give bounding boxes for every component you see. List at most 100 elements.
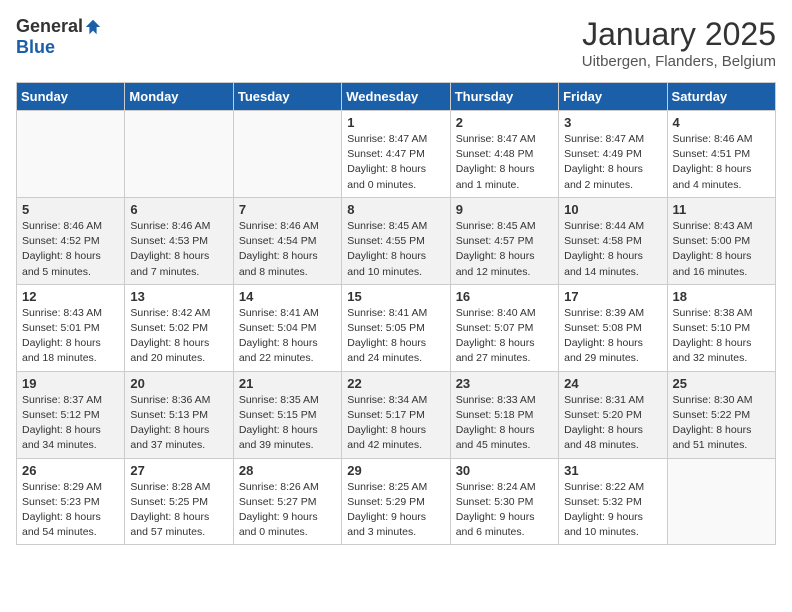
day-number: 24 bbox=[564, 376, 661, 391]
day-number: 31 bbox=[564, 463, 661, 478]
table-row bbox=[667, 458, 775, 545]
table-row bbox=[233, 111, 341, 198]
day-info: Sunrise: 8:22 AMSunset: 5:32 PMDaylight:… bbox=[564, 480, 661, 541]
day-info: Sunrise: 8:30 AMSunset: 5:22 PMDaylight:… bbox=[673, 393, 770, 454]
day-number: 26 bbox=[22, 463, 119, 478]
table-row: 1Sunrise: 8:47 AMSunset: 4:47 PMDaylight… bbox=[342, 111, 450, 198]
day-number: 20 bbox=[130, 376, 227, 391]
calendar-week-row: 5Sunrise: 8:46 AMSunset: 4:52 PMDaylight… bbox=[17, 197, 776, 284]
table-row: 7Sunrise: 8:46 AMSunset: 4:54 PMDaylight… bbox=[233, 197, 341, 284]
day-number: 23 bbox=[456, 376, 553, 391]
table-row bbox=[125, 111, 233, 198]
day-number: 28 bbox=[239, 463, 336, 478]
table-row: 26 Sunrise: 8:29 AMSunset: 5:23 PMDayligh… bbox=[17, 458, 125, 545]
calendar-table: Sunday Monday Tuesday Wednesday Thursday… bbox=[16, 82, 776, 545]
day-number: 6 bbox=[130, 202, 227, 217]
day-info: Sunrise: 8:28 AMSunset: 5:25 PMDaylight:… bbox=[130, 480, 227, 541]
day-info: Sunrise: 8:46 AMSunset: 4:53 PMDaylight:… bbox=[130, 219, 227, 280]
day-info: Sunrise: 8:35 AMSunset: 5:15 PMDaylight:… bbox=[239, 393, 336, 454]
calendar-week-row: 26 Sunrise: 8:29 AMSunset: 5:23 PMDayligh… bbox=[17, 458, 776, 545]
day-number: 3 bbox=[564, 115, 661, 130]
day-number: 21 bbox=[239, 376, 336, 391]
day-number: 25 bbox=[673, 376, 770, 391]
table-row: 5Sunrise: 8:46 AMSunset: 4:52 PMDaylight… bbox=[17, 197, 125, 284]
day-number: 8 bbox=[347, 202, 444, 217]
day-info: Sunrise: 8:45 AMSunset: 4:57 PMDaylight:… bbox=[456, 219, 553, 280]
page-header: General Blue January 2025 Uitbergen, Fla… bbox=[16, 16, 776, 70]
day-number: 19 bbox=[22, 376, 119, 391]
day-info: Sunrise: 8:44 AMSunset: 4:58 PMDaylight:… bbox=[564, 219, 661, 280]
logo-general-text: General bbox=[16, 16, 83, 37]
table-row: 29 Sunrise: 8:25 AMSunset: 5:29 PMDayligh… bbox=[342, 458, 450, 545]
table-row: 31 Sunrise: 8:22 AMSunset: 5:32 PMDayligh… bbox=[559, 458, 667, 545]
day-info: Sunrise: 8:43 AMSunset: 5:00 PMDaylight:… bbox=[673, 219, 770, 280]
day-number: 15 bbox=[347, 289, 444, 304]
day-info: Sunrise: 8:33 AMSunset: 5:18 PMDaylight:… bbox=[456, 393, 553, 454]
calendar-week-row: 19 Sunrise: 8:37 AMSunset: 5:12 PMDayligh… bbox=[17, 371, 776, 458]
logo-icon bbox=[84, 18, 102, 36]
day-number: 29 bbox=[347, 463, 444, 478]
table-row: 20 Sunrise: 8:36 AMSunset: 5:13 PMDayligh… bbox=[125, 371, 233, 458]
table-row: 8 Sunrise: 8:45 AMSunset: 4:55 PMDaylight… bbox=[342, 197, 450, 284]
day-info: Sunrise: 8:45 AMSunset: 4:55 PMDaylight:… bbox=[347, 219, 444, 280]
table-row: 23 Sunrise: 8:33 AMSunset: 5:18 PMDayligh… bbox=[450, 371, 558, 458]
table-row: 21 Sunrise: 8:35 AMSunset: 5:15 PMDayligh… bbox=[233, 371, 341, 458]
day-number: 9 bbox=[456, 202, 553, 217]
table-row: 18 Sunrise: 8:38 AMSunset: 5:10 PMDayligh… bbox=[667, 284, 775, 371]
table-row: 11 Sunrise: 8:43 AMSunset: 5:00 PMDayligh… bbox=[667, 197, 775, 284]
table-row: 2 Sunrise: 8:47 AMSunset: 4:48 PMDaylight… bbox=[450, 111, 558, 198]
day-number: 2 bbox=[456, 115, 553, 130]
table-row: 15 Sunrise: 8:41 AMSunset: 5:05 PMDayligh… bbox=[342, 284, 450, 371]
day-number: 30 bbox=[456, 463, 553, 478]
day-info: Sunrise: 8:31 AMSunset: 5:20 PMDaylight:… bbox=[564, 393, 661, 454]
day-info: Sunrise: 8:37 AMSunset: 5:12 PMDaylight:… bbox=[22, 393, 119, 454]
day-info: Sunrise: 8:24 AMSunset: 5:30 PMDaylight:… bbox=[456, 480, 553, 541]
table-row: 19 Sunrise: 8:37 AMSunset: 5:12 PMDayligh… bbox=[17, 371, 125, 458]
day-info: Sunrise: 8:47 AMSunset: 4:49 PMDaylight:… bbox=[564, 132, 661, 193]
day-number: 11 bbox=[673, 202, 770, 217]
col-wednesday: Wednesday bbox=[342, 83, 450, 111]
col-sunday: Sunday bbox=[17, 83, 125, 111]
logo: General Blue bbox=[16, 16, 102, 58]
table-row bbox=[17, 111, 125, 198]
day-info: Sunrise: 8:38 AMSunset: 5:10 PMDaylight:… bbox=[673, 306, 770, 367]
logo-blue-text: Blue bbox=[16, 37, 55, 58]
day-number: 22 bbox=[347, 376, 444, 391]
table-row: 4Sunrise: 8:46 AMSunset: 4:51 PMDaylight… bbox=[667, 111, 775, 198]
table-row: 6 Sunrise: 8:46 AMSunset: 4:53 PMDaylight… bbox=[125, 197, 233, 284]
day-number: 18 bbox=[673, 289, 770, 304]
calendar-week-row: 1Sunrise: 8:47 AMSunset: 4:47 PMDaylight… bbox=[17, 111, 776, 198]
day-info: Sunrise: 8:39 AMSunset: 5:08 PMDaylight:… bbox=[564, 306, 661, 367]
location-text: Uitbergen, Flanders, Belgium bbox=[582, 53, 776, 70]
day-number: 10 bbox=[564, 202, 661, 217]
col-friday: Friday bbox=[559, 83, 667, 111]
table-row: 17Sunrise: 8:39 AMSunset: 5:08 PMDayligh… bbox=[559, 284, 667, 371]
day-info: Sunrise: 8:43 AMSunset: 5:01 PMDaylight:… bbox=[22, 306, 119, 367]
table-row: 28 Sunrise: 8:26 AMSunset: 5:27 PMDayligh… bbox=[233, 458, 341, 545]
day-number: 14 bbox=[239, 289, 336, 304]
table-row: 9 Sunrise: 8:45 AMSunset: 4:57 PMDaylight… bbox=[450, 197, 558, 284]
table-row: 27Sunrise: 8:28 AMSunset: 5:25 PMDayligh… bbox=[125, 458, 233, 545]
col-tuesday: Tuesday bbox=[233, 83, 341, 111]
day-info: Sunrise: 8:25 AMSunset: 5:29 PMDaylight:… bbox=[347, 480, 444, 541]
calendar-week-row: 12 Sunrise: 8:43 AMSunset: 5:01 PMDayligh… bbox=[17, 284, 776, 371]
day-info: Sunrise: 8:47 AMSunset: 4:48 PMDaylight:… bbox=[456, 132, 553, 193]
day-info: Sunrise: 8:36 AMSunset: 5:13 PMDaylight:… bbox=[130, 393, 227, 454]
table-row: 13 Sunrise: 8:42 AMSunset: 5:02 PMDayligh… bbox=[125, 284, 233, 371]
day-info: Sunrise: 8:41 AMSunset: 5:05 PMDaylight:… bbox=[347, 306, 444, 367]
day-info: Sunrise: 8:40 AMSunset: 5:07 PMDaylight:… bbox=[456, 306, 553, 367]
day-info: Sunrise: 8:47 AMSunset: 4:47 PMDaylight:… bbox=[347, 132, 444, 193]
day-number: 5 bbox=[22, 202, 119, 217]
day-info: Sunrise: 8:42 AMSunset: 5:02 PMDaylight:… bbox=[130, 306, 227, 367]
day-info: Sunrise: 8:26 AMSunset: 5:27 PMDaylight:… bbox=[239, 480, 336, 541]
day-number: 4 bbox=[673, 115, 770, 130]
day-number: 16 bbox=[456, 289, 553, 304]
day-number: 13 bbox=[130, 289, 227, 304]
table-row: 14Sunrise: 8:41 AMSunset: 5:04 PMDayligh… bbox=[233, 284, 341, 371]
day-number: 12 bbox=[22, 289, 119, 304]
col-thursday: Thursday bbox=[450, 83, 558, 111]
table-row: 24 Sunrise: 8:31 AMSunset: 5:20 PMDayligh… bbox=[559, 371, 667, 458]
table-row: 22Sunrise: 8:34 AMSunset: 5:17 PMDayligh… bbox=[342, 371, 450, 458]
day-info: Sunrise: 8:29 AMSunset: 5:23 PMDaylight:… bbox=[22, 480, 119, 541]
table-row: 10 Sunrise: 8:44 AMSunset: 4:58 PMDayligh… bbox=[559, 197, 667, 284]
